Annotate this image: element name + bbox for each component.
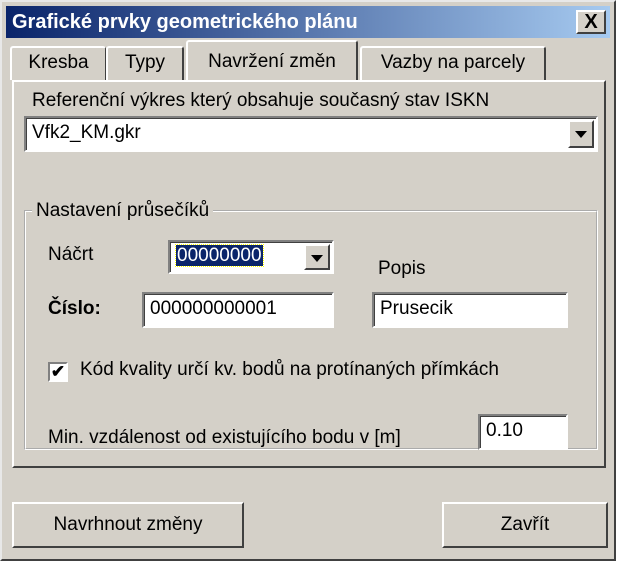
nacrt-label: Náčrt [48,244,94,265]
popis-input[interactable]: Prusecik [372,292,568,328]
reference-dropdown[interactable]: Vfk2_KM.gkr [24,116,598,152]
tab-typy[interactable]: Typy [106,46,184,80]
propose-changes-button[interactable]: Navrhnout změny [12,502,244,548]
tab-label: Vazby na parcely [380,52,526,73]
chevron-down-icon[interactable] [304,244,330,270]
tab-navrzeni-zmen[interactable]: Navržení změn [186,40,358,80]
min-distance-label: Min. vzdálenost od existujícího bodu v [… [48,427,401,448]
tab-label: Typy [124,52,166,73]
reference-value: Vfk2_KM.gkr [32,122,141,143]
tab-label: Kresba [28,52,89,73]
popis-label: Popis [378,258,426,279]
nacrt-dropdown[interactable]: 00000000 [168,240,334,274]
tab-label: Navržení změn [208,51,336,72]
popis-value: Prusecik [380,298,453,319]
tab-vazby-na-parcely[interactable]: Vazby na parcely [360,46,546,80]
chevron-down-icon[interactable] [568,120,594,148]
cislo-value: 000000000001 [150,298,277,319]
group-title: Nastavení průsečíků [32,200,214,222]
close-icon[interactable]: X [576,10,606,34]
close-button[interactable]: Zavřít [442,502,608,548]
reference-label: Referenční výkres který obsahuje současn… [32,90,490,111]
tab-kresba[interactable]: Kresba [10,46,106,80]
quality-checkbox[interactable]: ✔ [48,362,68,382]
min-distance-value: 0.10 [486,420,523,441]
min-distance-input[interactable]: 0.10 [478,414,568,450]
nacrt-value: 00000000 [175,244,264,267]
dialog-window: Grafické prvky geometrického plánu X Kre… [0,0,616,561]
cislo-input[interactable]: 000000000001 [142,292,334,328]
window-title: Grafické prvky geometrického plánu [12,11,358,33]
title-bar[interactable]: Grafické prvky geometrického plánu X [6,6,610,38]
quality-checkbox-label: Kód kvality určí kv. bodů na protínaných… [80,359,499,380]
cislo-label: Číslo: [48,298,101,319]
